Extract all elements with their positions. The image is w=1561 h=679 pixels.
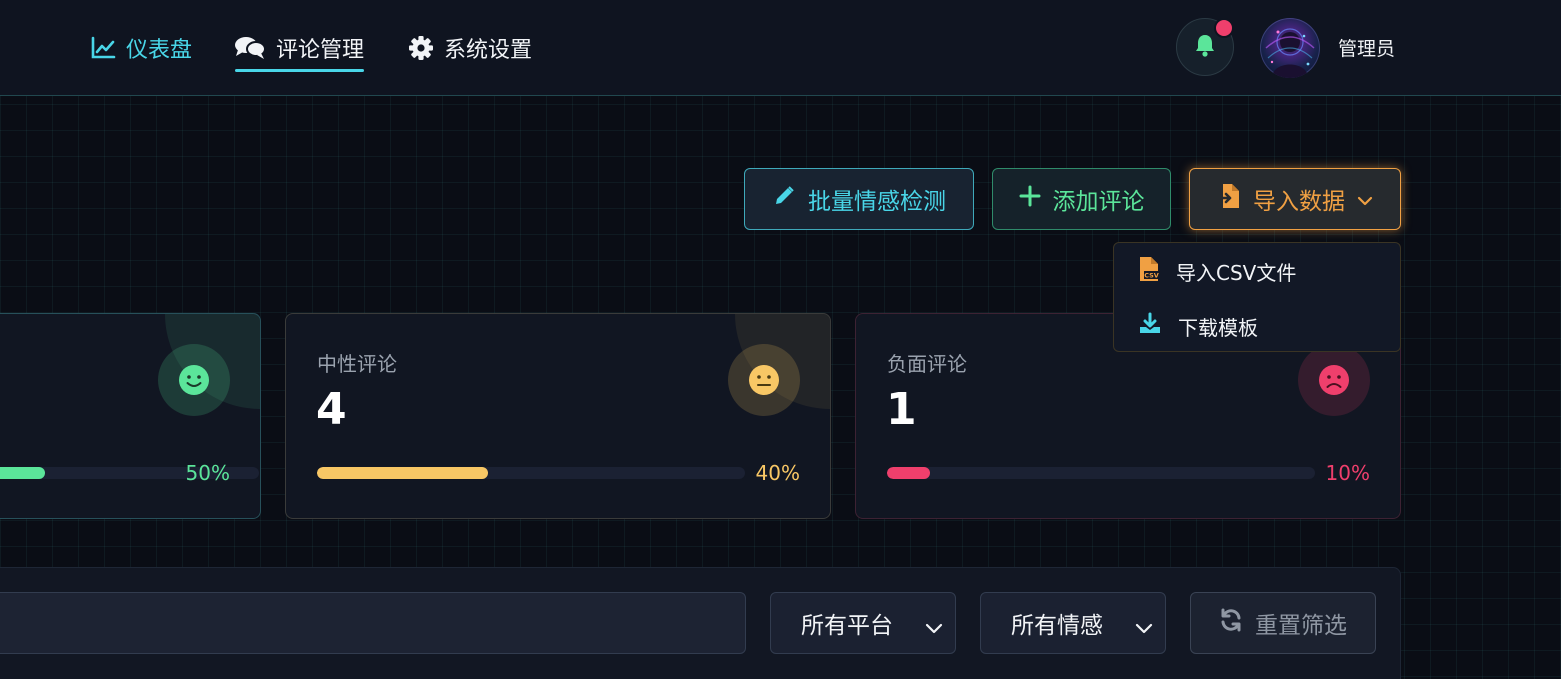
smile-icon: [158, 344, 230, 416]
neutral-progress-fill: [317, 467, 489, 479]
batch-sentiment-label: 批量情感检测: [808, 189, 946, 215]
menu-item-label: 导入CSV文件: [1176, 260, 1297, 285]
import-dropdown-menu: CSV 导入CSV文件 下载模板: [1113, 242, 1401, 352]
nav-item-label: 评论管理: [276, 38, 365, 63]
neutral-label: 中性评论: [317, 352, 397, 376]
reset-filters-label: 重置筛选: [1255, 613, 1347, 639]
plus-icon: [1019, 185, 1041, 213]
negative-progress-fill: [887, 467, 930, 479]
username: 管理员: [1338, 38, 1396, 60]
frown-icon: [1298, 344, 1370, 416]
comments-icon: [234, 35, 266, 61]
nav-item-comments[interactable]: 评论管理: [234, 26, 365, 72]
menu-item-import-csv[interactable]: CSV 导入CSV文件: [1138, 256, 1296, 286]
chevron-down-icon: [925, 615, 943, 641]
sentiment-select-value: 所有情感: [1011, 613, 1103, 639]
notification-badge: [1214, 18, 1234, 38]
search-input[interactable]: [0, 592, 746, 654]
batch-sentiment-button[interactable]: 批量情感检测: [744, 168, 974, 230]
neutral-stat-card: 中性评论 4 40%: [285, 313, 831, 519]
notification-button[interactable]: [1176, 18, 1234, 76]
platform-select-value: 所有平台: [801, 613, 893, 639]
svg-text:CSV: CSV: [1144, 271, 1159, 279]
file-import-icon: [1216, 183, 1241, 215]
gear-icon: [408, 35, 434, 61]
positive-progress-fill: [0, 467, 45, 479]
platform-select[interactable]: 所有平台: [770, 592, 956, 654]
chevron-down-icon: [1357, 186, 1373, 212]
nav-item-dashboard[interactable]: 仪表盘: [90, 26, 192, 70]
pencil-icon: [772, 184, 796, 214]
reset-filters-button[interactable]: 重置筛选: [1190, 592, 1376, 654]
negative-progress-track: [887, 467, 1315, 479]
bell-icon: [1194, 33, 1216, 61]
avatar[interactable]: [1260, 18, 1320, 78]
menu-item-label: 下载模板: [1178, 315, 1258, 340]
top-navbar: 仪表盘 评论管理 系统设置 管理员: [0, 0, 1561, 96]
chart-line-icon: [90, 36, 116, 60]
positive-percent: 50%: [185, 461, 230, 485]
neutral-progress-track: [317, 467, 745, 479]
chevron-down-icon: [1135, 615, 1153, 641]
csv-file-icon: CSV: [1138, 256, 1160, 287]
import-data-button[interactable]: 导入数据: [1189, 168, 1401, 230]
negative-percent: 10%: [1325, 461, 1370, 485]
import-data-label: 导入数据: [1253, 189, 1345, 215]
neutral-percent: 40%: [755, 461, 800, 485]
menu-item-download-template[interactable]: 下载模板: [1138, 311, 1258, 341]
active-tab-underline: [235, 69, 365, 72]
add-comment-button[interactable]: 添加评论: [992, 168, 1171, 230]
neutral-count: 4: [316, 384, 347, 435]
add-comment-label: 添加评论: [1052, 189, 1145, 215]
negative-label: 负面评论: [887, 352, 967, 376]
neutral-face-icon: [728, 344, 800, 416]
positive-stat-card: 50%: [0, 313, 261, 519]
download-icon: [1138, 312, 1162, 341]
refresh-icon: [1219, 608, 1243, 638]
nav-item-label: 系统设置: [444, 38, 533, 63]
nav-item-settings[interactable]: 系统设置: [408, 26, 532, 70]
nav-item-label: 仪表盘: [126, 38, 193, 63]
sentiment-select[interactable]: 所有情感: [980, 592, 1166, 654]
negative-count: 1: [886, 384, 917, 435]
